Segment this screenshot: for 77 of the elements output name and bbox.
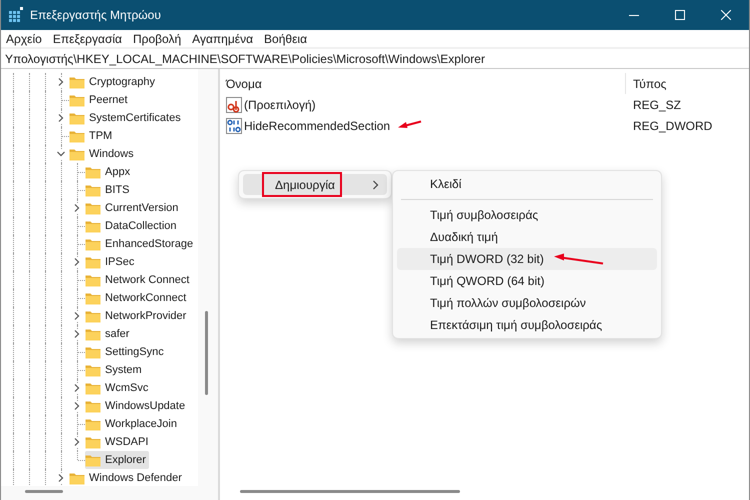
menu-item[interactable]: Επεκτάσιμη τιμή συμβολοσειράς <box>430 318 602 332</box>
folder-icon <box>69 93 85 107</box>
folder-icon <box>85 417 101 431</box>
tree-item[interactable]: WindowsUpdate <box>85 397 188 415</box>
value-name[interactable]: HideRecommendedSection <box>244 118 390 132</box>
folder-icon <box>85 291 101 305</box>
tree-item[interactable]: NetworkConnect <box>85 289 190 307</box>
tree-item[interactable]: Network Connect <box>85 271 192 289</box>
menu-item[interactable]: Δημιουργία <box>243 174 387 195</box>
tree-item[interactable]: System <box>85 361 145 379</box>
menu-item[interactable]: Προβολή <box>132 31 188 47</box>
menu-item[interactable]: Επεξεργασία <box>52 31 128 47</box>
tree-item[interactable]: DataCollection <box>85 217 180 235</box>
tree-item[interactable]: EnhancedStorage <box>85 235 196 253</box>
chevron-icon <box>372 180 380 190</box>
maximize-icon <box>675 10 685 20</box>
tree-item[interactable]: Cryptography <box>69 73 158 91</box>
folder-icon <box>85 183 101 197</box>
tree-item[interactable]: CurrentVersion <box>85 199 182 217</box>
folder-icon <box>85 273 101 287</box>
menu-item[interactable]: Δυαδική τιμή <box>430 230 498 244</box>
folder-icon <box>85 435 101 449</box>
tree-item[interactable]: Explorer <box>85 451 149 469</box>
binary-value-icon <box>226 118 242 134</box>
menu-item[interactable]: Τιμή πολλών συμβολοσειρών <box>430 296 586 310</box>
arrow-annotation <box>554 254 603 264</box>
tree-item[interactable]: Appx <box>85 163 134 181</box>
folder-icon <box>69 147 85 161</box>
menu-item[interactable]: Κλειδί <box>430 177 462 191</box>
tree-item[interactable]: NetworkProvider <box>85 307 190 325</box>
folder-icon <box>85 381 101 395</box>
tree-item[interactable]: WorkplaceJoin <box>85 415 180 433</box>
folder-icon <box>85 255 101 269</box>
app-icon <box>8 7 24 23</box>
column-header[interactable]: Τύπος <box>633 76 666 90</box>
menu-item[interactable]: Τιμή συμβολοσειράς <box>430 208 538 222</box>
address-field[interactable]: Υπολογιστής\HKEY_LOCAL_MACHINE\SOFTWARE\Policies\Microsoft\Windows\Explorer <box>1 49 749 69</box>
folder-icon <box>85 327 101 341</box>
menu-item[interactable]: Τιμή QWORD (64 bit) <box>430 274 544 288</box>
folder-icon <box>85 363 101 377</box>
menu-item[interactable]: Αρχείο <box>6 31 48 47</box>
scrollbar-thumb[interactable] <box>25 490 63 493</box>
scrollbar-thumb[interactable] <box>240 490 460 493</box>
value-type: REG_SZ <box>633 98 682 112</box>
folder-icon <box>85 201 101 215</box>
folder-icon <box>85 453 101 467</box>
folder-icon <box>69 129 85 143</box>
value-type: REG_DWORD <box>633 118 712 132</box>
close-icon <box>721 10 731 20</box>
tree-item[interactable]: WcmSvc <box>85 379 152 397</box>
scrollbar-thumb[interactable] <box>205 311 208 395</box>
menu-item[interactable]: Αγαπημένα <box>192 31 260 47</box>
tree-item[interactable]: IPSec <box>85 253 138 271</box>
folder-icon <box>85 237 101 251</box>
window-title: Επεξεργαστής Μητρώου <box>30 8 161 22</box>
tree-item[interactable]: Windows Defender <box>69 469 185 486</box>
tree-item[interactable]: BITS <box>85 181 132 199</box>
folder-icon <box>85 309 101 323</box>
tree-item[interactable]: WSDAPI <box>85 433 152 451</box>
tree-item[interactable]: safer <box>85 325 132 343</box>
tree-item[interactable]: Peernet <box>69 91 131 109</box>
folder-icon <box>85 165 101 179</box>
value-name[interactable]: (Προεπιλογή) <box>244 98 316 112</box>
folder-icon <box>69 471 85 485</box>
folder-icon <box>69 75 85 89</box>
arrow-annotation <box>398 120 422 128</box>
folder-icon <box>69 111 85 125</box>
tree-item[interactable]: SystemCertificates <box>69 109 184 127</box>
menu-item[interactable]: Βοήθεια <box>264 31 314 47</box>
tree-item[interactable]: TPM <box>69 127 116 145</box>
column-header[interactable]: Όνομα <box>226 76 262 90</box>
folder-icon <box>85 399 101 413</box>
folder-icon <box>85 345 101 359</box>
string-value-icon <box>226 96 242 112</box>
tree-item[interactable]: SettingSync <box>85 343 167 361</box>
tree-item[interactable]: Windows <box>69 145 137 163</box>
folder-icon <box>85 219 101 233</box>
